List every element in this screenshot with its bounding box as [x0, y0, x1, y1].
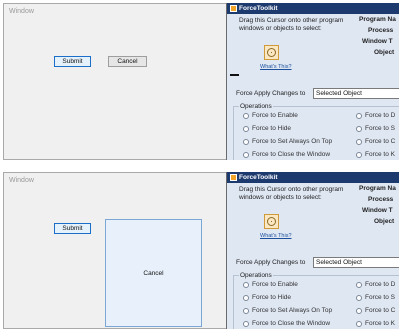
window-title-label: Window T: [362, 207, 393, 214]
radio-button-icon: [243, 294, 249, 301]
radio-button-icon: [243, 112, 249, 119]
radio-force-enable[interactable]: Force to Enable: [243, 281, 298, 288]
radio-force-right-1[interactable]: Force to D: [356, 112, 395, 119]
operations-title: Operations: [239, 103, 273, 110]
radio-button-icon: [243, 281, 249, 288]
drag-instructions: Drag this Cursor onto other program wind…: [239, 186, 344, 201]
radio-button-icon: [356, 320, 362, 327]
radio-label: Force to Close the Window: [252, 320, 331, 327]
drag-instructions: Drag this Cursor onto other program wind…: [239, 17, 344, 32]
radio-button-icon: [356, 112, 362, 119]
radio-button-icon: [356, 151, 362, 158]
radio-button-icon: [243, 125, 249, 132]
radio-label: Force to Hide: [252, 125, 292, 132]
radio-force-close-window[interactable]: Force to Close the Window: [243, 151, 330, 158]
forcetoolkit-title: ForceToolkit: [239, 174, 278, 181]
radio-force-always-on-top[interactable]: Force to Set Always On Top: [243, 307, 332, 314]
cancel-button[interactable]: Cancel: [108, 56, 147, 67]
demo-window: Window Submit Cancel: [3, 172, 227, 329]
cursor-drag-marker: [230, 74, 239, 76]
forcetoolkit-body: Drag this Cursor onto other program wind…: [227, 183, 399, 329]
radio-force-always-on-top[interactable]: Force to Set Always On Top: [243, 138, 332, 145]
radio-force-right-1[interactable]: Force to D: [356, 281, 395, 288]
force-apply-label: Force Apply Changes to: [236, 90, 306, 97]
app-icon: [230, 174, 237, 181]
submit-button[interactable]: Submit: [54, 56, 91, 67]
force-apply-select[interactable]: Selected Object: [313, 257, 399, 268]
object-label: Object: [374, 49, 395, 56]
radio-label: Force to D: [365, 281, 396, 288]
radio-force-right-3[interactable]: Force to C: [356, 138, 395, 145]
whats-this-link[interactable]: What's This?: [260, 64, 292, 70]
radio-force-right-2[interactable]: Force to S: [356, 294, 395, 301]
top-screenshot-panel: Window Submit Cancel ForceToolkit Drag t…: [0, 0, 399, 160]
radio-button-icon: [243, 320, 249, 327]
cancel-button-enlarged[interactable]: Cancel: [105, 219, 202, 327]
radio-label: Force to S: [365, 294, 395, 301]
demo-window-title: Window: [9, 177, 34, 184]
force-apply-select[interactable]: Selected Object: [313, 88, 399, 99]
app-icon: [230, 5, 237, 12]
finder-target-icon[interactable]: [264, 214, 279, 229]
demo-window-title: Window: [9, 8, 34, 15]
submit-button[interactable]: Submit: [54, 223, 91, 234]
forcetoolkit-title-bar: ForceToolkit: [227, 3, 399, 14]
radio-label: Force to Enable: [252, 112, 298, 119]
radio-button-icon: [243, 151, 249, 158]
radio-label: Force to Set Always On Top: [252, 138, 333, 145]
radio-force-right-2[interactable]: Force to S: [356, 125, 395, 132]
forcetoolkit-window: ForceToolkit Drag this Cursor onto other…: [226, 3, 399, 160]
radio-force-close-window[interactable]: Force to Close the Window: [243, 320, 330, 327]
radio-force-right-4[interactable]: Force to K: [356, 151, 395, 158]
radio-label: Force to S: [365, 125, 395, 132]
radio-force-hide[interactable]: Force to Hide: [243, 294, 291, 301]
window-title-label: Window T: [362, 38, 393, 45]
radio-button-icon: [356, 294, 362, 301]
demo-window: Window Submit Cancel: [3, 3, 227, 160]
forcetoolkit-body: Drag this Cursor onto other program wind…: [227, 14, 399, 160]
radio-label: Force to Set Always On Top: [252, 307, 333, 314]
radio-label: Force to Close the Window: [252, 151, 331, 158]
program-name-label: Program Na: [359, 185, 396, 192]
radio-button-icon: [356, 138, 362, 145]
radio-label: Force to K: [365, 151, 395, 158]
bottom-screenshot-panel: Window Submit Cancel ForceToolkit Drag t…: [0, 169, 399, 329]
object-label: Object: [374, 218, 395, 225]
radio-label: Force to D: [365, 112, 396, 119]
radio-force-enable[interactable]: Force to Enable: [243, 112, 298, 119]
forcetoolkit-title: ForceToolkit: [239, 5, 278, 12]
forcetoolkit-title-bar: ForceToolkit: [227, 172, 399, 183]
whats-this-link[interactable]: What's This?: [260, 233, 292, 239]
forcetoolkit-window: ForceToolkit Drag this Cursor onto other…: [226, 172, 399, 329]
process-label: Process: [368, 27, 394, 34]
process-label: Process: [368, 196, 394, 203]
radio-button-icon: [356, 307, 362, 314]
operations-title: Operations: [239, 272, 273, 279]
radio-button-icon: [243, 307, 249, 314]
radio-label: Force to C: [365, 138, 396, 145]
radio-label: Force to Enable: [252, 281, 298, 288]
program-name-label: Program Na: [359, 16, 396, 23]
radio-force-right-3[interactable]: Force to C: [356, 307, 395, 314]
force-apply-label: Force Apply Changes to: [236, 259, 306, 266]
radio-force-hide[interactable]: Force to Hide: [243, 125, 291, 132]
radio-label: Force to K: [365, 320, 395, 327]
radio-force-right-4[interactable]: Force to K: [356, 320, 395, 327]
radio-button-icon: [243, 138, 249, 145]
radio-label: Force to C: [365, 307, 396, 314]
finder-target-icon[interactable]: [264, 45, 279, 60]
radio-button-icon: [356, 125, 362, 132]
radio-button-icon: [356, 281, 362, 288]
radio-label: Force to Hide: [252, 294, 292, 301]
panel-divider: [0, 163, 399, 166]
